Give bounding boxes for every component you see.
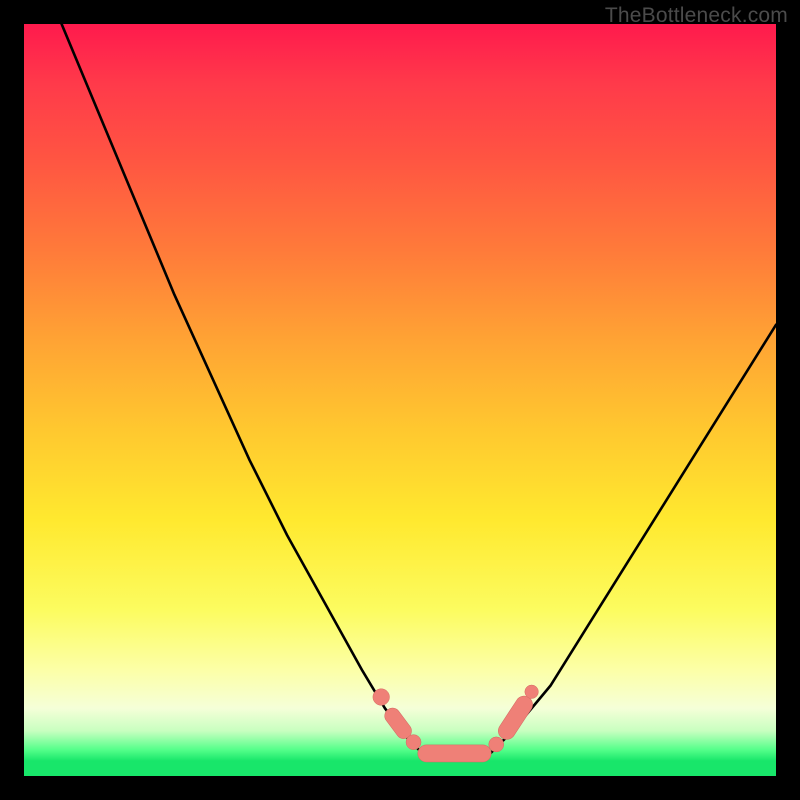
marker-dot [373,689,390,706]
plot-area [24,24,776,776]
marker-segment [392,716,403,731]
marker-dot [489,737,504,752]
bottleneck-curve [62,24,776,757]
chart-svg [24,24,776,776]
marker-segment [507,705,524,731]
marker-dot [525,685,539,699]
curve-path [62,24,776,757]
marker-dot [406,735,421,750]
outer-frame: TheBottleneck.com [0,0,800,800]
curve-markers [373,685,538,753]
watermark-text: TheBottleneck.com [605,4,788,28]
